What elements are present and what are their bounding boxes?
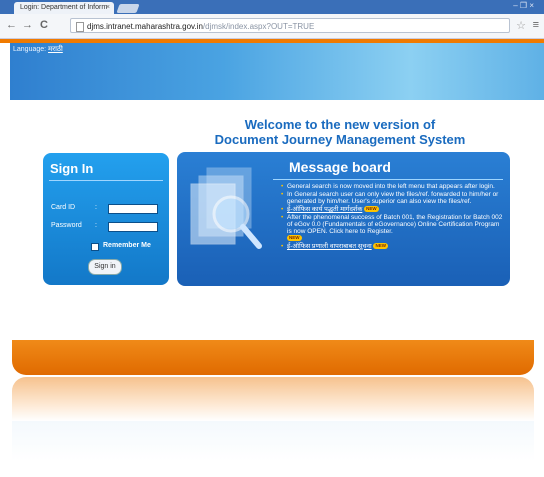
card-id-colon: : [95,204,97,211]
new-tab-button[interactable] [116,4,140,13]
language-link-marathi[interactable]: मराठी [48,46,63,53]
sign-in-panel: Sign In Card ID : Password : Remember Me… [43,153,169,285]
sign-in-title: Sign In [50,161,94,176]
url-input[interactable]: djms.intranet.maharashtra.gov.in/djmsk/i… [70,18,510,33]
message-item: General search is now moved into the lef… [281,183,505,190]
sign-in-button[interactable]: Sign in [88,259,122,275]
bookmark-star-icon[interactable]: ☆ [516,19,526,32]
browser-tab[interactable]: Login: Department of Inform × [14,2,114,14]
footer-reflection [12,377,534,421]
message-link[interactable]: ई-ऑफिस प्रणाली वापराबाबत सूचना [287,243,372,250]
reload-icon[interactable]: C [40,19,48,31]
message-board-title: Message board [289,159,391,175]
remember-me-checkbox[interactable] [91,243,99,251]
welcome-line-1: Welcome to the new version of [244,117,436,132]
url-path: /djmsk/index.aspx?OUT=TRUE [202,22,315,31]
password-label: Password [51,222,82,229]
message-text: General search is now moved into the lef… [287,183,495,190]
message-board-panel: Message board General search is now move… [177,152,510,286]
window-controls[interactable]: – ❐ × [513,1,534,10]
tab-title: Login: Department of Inform [20,4,108,11]
message-link[interactable]: ई-ऑफिस कार्य पद्धती मार्गदर्शक [287,206,362,213]
message-list: General search is now moved into the lef… [281,183,505,251]
welcome-line-2: Document Journey Management System [214,132,466,147]
sign-in-divider [49,180,163,181]
welcome-heading: Welcome to the new version of Document J… [170,117,510,147]
message-item: In General search user can only view the… [281,191,505,205]
address-bar-row: ← → C djms.intranet.maharashtra.gov.in/d… [0,14,544,39]
remember-me-label: Remember Me [103,242,151,249]
documents-magnifier-icon [190,167,262,249]
card-id-label: Card ID [51,204,76,211]
password-input[interactable] [108,222,158,232]
page-reflection [12,421,534,461]
card-id-input[interactable] [108,204,158,214]
browser-tab-bar: Login: Department of Inform × – ❐ × [0,0,544,14]
new-badge: NEW [364,206,379,213]
language-selector: Language: मराठी [13,45,63,54]
message-text: In General search user can only view the… [287,191,499,205]
message-item[interactable]: ई-ऑफिस कार्य पद्धती मार्गदर्शक NEW [281,206,505,213]
message-board-divider [273,179,503,180]
close-tab-icon[interactable]: × [106,2,110,14]
url-host: djms.intranet.maharashtra.gov.in [87,22,203,31]
password-colon: : [95,222,97,229]
new-badge: NEW [373,243,388,250]
forward-icon[interactable]: → [22,19,33,31]
message-item[interactable]: ई-ऑफिस प्रणाली वापराबाबत सूचना NEW [281,243,505,250]
browser-menu-icon[interactable]: ≡ [533,19,539,31]
message-text[interactable]: After the phenomenal success of Batch 00… [287,214,502,235]
new-badge: NEW [287,235,302,242]
page-icon [76,22,84,32]
back-icon[interactable]: ← [6,19,17,31]
footer-bar [12,340,534,375]
language-label: Language: [13,46,47,53]
message-item[interactable]: After the phenomenal success of Batch 00… [281,214,505,242]
site-header-banner: Language: मराठी [10,43,544,100]
